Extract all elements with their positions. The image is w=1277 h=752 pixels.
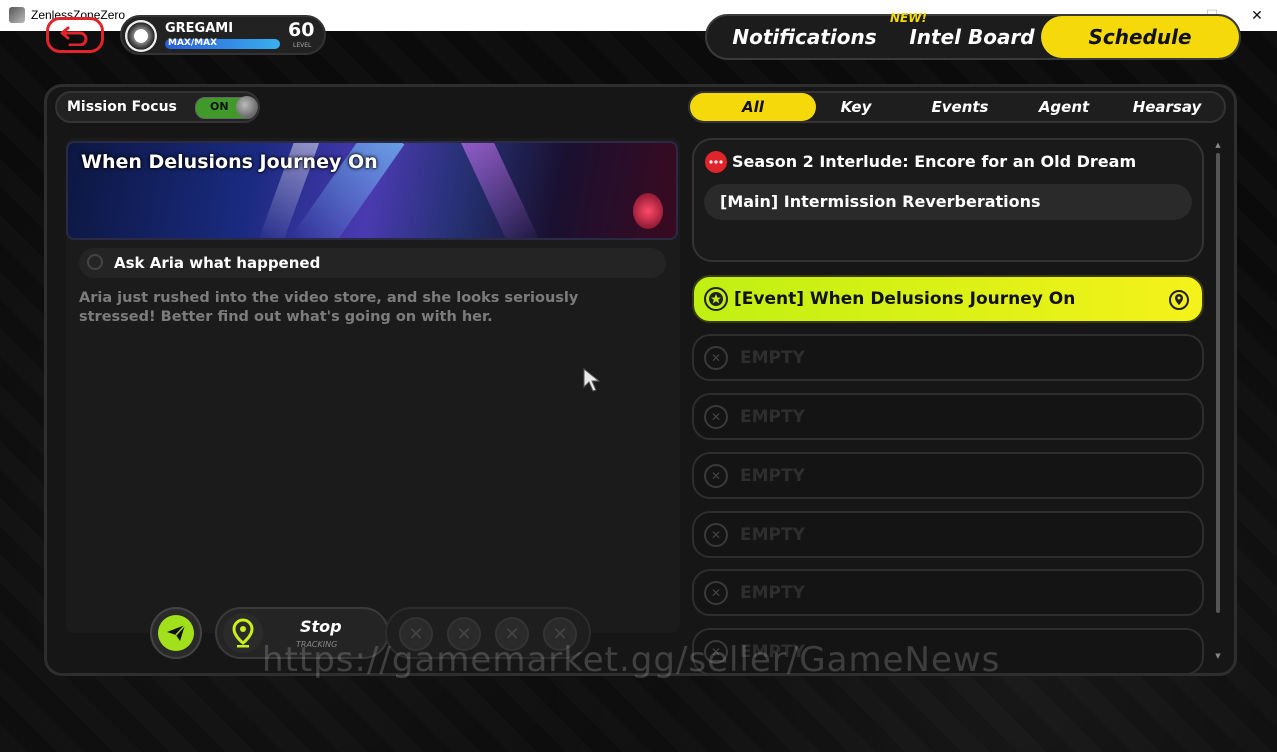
empty-card[interactable]: ✕ EMPTY [692,511,1204,558]
mission-banner: When Delusions Journey On [66,141,678,240]
mission-focus-toggle[interactable]: ON [195,96,258,119]
mission-focus-label: Mission Focus [67,99,177,115]
empty-card-label: EMPTY [740,407,805,427]
empty-card[interactable]: ✕ EMPTY [692,452,1204,499]
back-button[interactable] [46,17,104,53]
top-tab-bar: Notifications Intel Board NEW! Schedule [705,11,1241,60]
banner-light-beam [459,143,542,238]
empty-card-label: EMPTY [740,348,805,368]
filter-agent[interactable]: Agent [1015,93,1113,121]
task-item: Ask Aria what happened [79,248,666,278]
player-level: 60 [288,19,315,41]
new-badge: NEW! [890,11,927,25]
main-mission-item[interactable]: [Main] Intermission Reverberations [704,184,1192,220]
avatar [125,20,157,52]
toggle-state: ON [210,100,229,113]
mission-focus: Mission Focus ON [55,91,260,123]
event-card-label: [Event] When Delusions Journey On [734,289,1076,309]
filter-events[interactable]: Events [910,93,1010,121]
tracking-pin-icon[interactable] [1168,289,1190,315]
close-button[interactable]: ✕ [1234,0,1277,31]
app-icon [9,7,25,23]
toggle-knob [236,96,258,118]
back-arrow-icon [60,26,88,46]
filter-key[interactable]: Key [808,93,904,121]
list-scrollbar[interactable]: ▲ ▼ [1214,141,1222,660]
filter-hearsay[interactable]: Hearsay [1117,93,1217,121]
player-profile[interactable]: GREGAMI MAX/MAX 60 LEVEL [120,15,326,55]
tab-notifications[interactable]: Notifications [717,16,892,58]
empty-x-icon: ✕ [704,346,728,370]
stamina-text: MAX/MAX [168,38,218,48]
paper-plane-icon [167,624,186,641]
tab-schedule[interactable]: Schedule [1041,16,1239,58]
empty-card[interactable]: ✕ EMPTY [692,569,1204,616]
scroll-up-icon[interactable]: ▲ [1214,141,1222,149]
send-button[interactable] [150,607,202,659]
event-card[interactable]: [Event] When Delusions Journey On [692,275,1204,323]
season-dots-icon [705,151,727,173]
location-pin-icon [232,618,254,648]
empty-card[interactable]: ✕ EMPTY [692,334,1204,381]
level-label: LEVEL [293,42,312,49]
task-status-icon [87,254,103,270]
filter-all[interactable]: All [690,93,816,121]
empty-card-label: EMPTY [740,466,805,486]
empty-card[interactable]: ✕ EMPTY [692,393,1204,440]
empty-card-label: EMPTY [740,583,805,603]
watermark: https://gamemarket.gg/seller/GameNews [262,640,1001,680]
empty-card-label: EMPTY [740,525,805,545]
empty-x-icon: ✕ [704,581,728,605]
season-card[interactable]: Season 2 Interlude: Encore for an Old Dr… [692,138,1204,262]
banner-neon-sign [633,193,663,229]
filter-tab-bar: All Key Events Agent Hearsay [688,91,1226,123]
empty-x-icon: ✕ [704,523,728,547]
empty-x-icon: ✕ [704,464,728,488]
mission-title: When Delusions Journey On [81,151,378,173]
task-text: Ask Aria what happened [114,254,321,272]
main-mission-label: [Main] Intermission Reverberations [720,192,1041,211]
mouse-cursor-icon [582,367,604,397]
player-name: GREGAMI [165,21,234,36]
empty-x-icon: ✕ [704,405,728,429]
scroll-thumb[interactable] [1216,153,1220,613]
stop-label: Stop [300,617,342,636]
event-star-icon [704,287,728,311]
stamina-bar: MAX/MAX [165,38,280,49]
season-title: Season 2 Interlude: Encore for an Old Dr… [732,152,1137,171]
scroll-down-icon[interactable]: ▼ [1214,652,1222,660]
mission-description: Aria just rushed into the video store, a… [79,290,579,325]
